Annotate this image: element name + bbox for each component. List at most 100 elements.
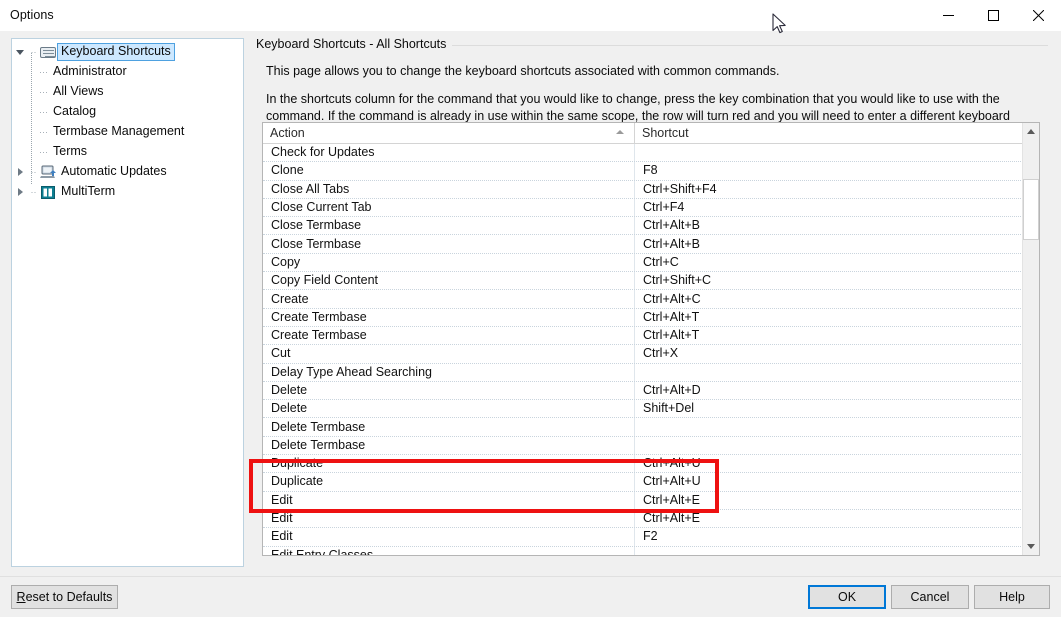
cell-action: Close Current Tab xyxy=(263,198,635,217)
maximize-icon xyxy=(988,10,999,21)
tree-item-termbase-management[interactable]: ··· Termbase Management xyxy=(12,122,243,142)
tree-dots: ·· xyxy=(30,46,37,57)
cell-shortcut[interactable]: Ctrl+Alt+U xyxy=(635,455,1024,472)
expander-closed-icon[interactable] xyxy=(12,168,28,176)
chevron-down-icon xyxy=(1027,544,1035,549)
help-button[interactable]: Help xyxy=(974,585,1050,609)
window-title: Options xyxy=(10,8,54,22)
cell-shortcut[interactable]: F2 xyxy=(635,528,1024,545)
cell-action: Edit xyxy=(263,528,635,546)
sort-ascending-icon xyxy=(616,130,624,134)
table-row[interactable]: Delete Termbase xyxy=(263,418,1039,437)
tree-item-all-views[interactable]: ··· All Views xyxy=(12,82,243,102)
column-header-label: Shortcut xyxy=(642,126,689,140)
title-bar: Options xyxy=(0,0,1061,32)
options-dialog: Options ·· Keyboard Shortcuts ··· Admini… xyxy=(0,0,1061,617)
grid-vertical-scrollbar[interactable] xyxy=(1022,123,1039,555)
ok-button[interactable]: OK xyxy=(808,585,886,609)
expander-closed-icon[interactable] xyxy=(12,188,28,196)
cell-shortcut[interactable]: Ctrl+Alt+E xyxy=(635,510,1024,527)
cell-shortcut[interactable] xyxy=(635,144,1024,161)
cell-shortcut[interactable]: Ctrl+Shift+C xyxy=(635,272,1024,289)
cell-shortcut[interactable] xyxy=(635,364,1024,381)
column-header-label: Action xyxy=(270,126,305,140)
keyboard-icon xyxy=(39,46,57,58)
close-icon xyxy=(1033,10,1044,21)
scroll-down-button[interactable] xyxy=(1023,538,1039,555)
tree-item-catalog[interactable]: ··· Catalog xyxy=(12,102,243,122)
table-row[interactable]: Delete Termbase xyxy=(263,436,1039,456)
table-row[interactable]: Create Termbase Ctrl+Alt+T xyxy=(263,326,1039,346)
tree-item-automatic-updates[interactable]: ·· Automatic Updates xyxy=(12,162,243,182)
tree-dots: ··· xyxy=(39,86,48,97)
cell-shortcut[interactable] xyxy=(635,547,1024,555)
cell-shortcut[interactable]: Ctrl+Alt+D xyxy=(635,382,1024,399)
tree-item-terms[interactable]: ··· Terms xyxy=(12,142,243,162)
cell-action: Delay Type Ahead Searching xyxy=(263,363,635,381)
table-row[interactable]: Close Termbase Ctrl+Alt+B xyxy=(263,217,1039,236)
table-row[interactable]: Edit Entry Classes xyxy=(263,546,1039,555)
tree-item-keyboard-shortcuts[interactable]: ·· Keyboard Shortcuts xyxy=(12,42,243,62)
maximize-button[interactable] xyxy=(971,0,1016,31)
cell-shortcut[interactable]: Ctrl+C xyxy=(635,254,1024,271)
table-row[interactable]: Delay Type Ahead Searching xyxy=(263,363,1039,382)
cell-action: Delete xyxy=(263,400,635,418)
cell-shortcut[interactable]: Ctrl+Alt+B xyxy=(635,235,1024,252)
table-row[interactable]: Close Current Tab Ctrl+F4 xyxy=(263,198,1039,218)
cell-shortcut[interactable]: Ctrl+Alt+T xyxy=(635,309,1024,326)
tree-dots: ··· xyxy=(39,66,48,77)
grid-header-row: Action Shortcut xyxy=(263,123,1039,144)
cell-shortcut[interactable]: Shift+Del xyxy=(635,400,1024,417)
scroll-up-button[interactable] xyxy=(1023,123,1039,140)
cell-shortcut[interactable]: Ctrl+Alt+B xyxy=(635,217,1024,234)
table-row[interactable]: Delete Ctrl+Alt+D xyxy=(263,381,1039,401)
column-header-shortcut[interactable]: Shortcut xyxy=(635,123,1024,143)
table-row[interactable]: Clone F8 xyxy=(263,162,1039,181)
table-row[interactable]: Copy Ctrl+C xyxy=(263,253,1039,273)
table-row[interactable]: Create Termbase Ctrl+Alt+T xyxy=(263,308,1039,327)
table-row[interactable]: Close Termbase Ctrl+Alt+B xyxy=(263,235,1039,254)
table-row[interactable]: Edit Ctrl+Alt+E xyxy=(263,509,1039,529)
cell-action: Close Termbase xyxy=(263,217,635,235)
scrollbar-thumb[interactable] xyxy=(1023,179,1039,240)
expander-open-icon[interactable] xyxy=(12,49,28,55)
cell-shortcut[interactable]: Ctrl+Shift+F4 xyxy=(635,181,1024,198)
table-row[interactable]: Close All Tabs Ctrl+Shift+F4 xyxy=(263,180,1039,199)
table-row[interactable]: Create Ctrl+Alt+C xyxy=(263,290,1039,309)
cell-shortcut[interactable] xyxy=(635,437,1024,454)
reset-to-defaults-button[interactable]: Reset to Defaults xyxy=(11,585,118,609)
cell-action: Delete xyxy=(263,381,635,400)
reset-accelerator: R xyxy=(16,590,26,604)
cell-shortcut[interactable]: Ctrl+Alt+E xyxy=(635,492,1024,509)
tree-item-label: MultiTerm xyxy=(61,184,116,198)
reset-label: eset to Defaults xyxy=(25,590,113,604)
table-row[interactable]: Cut Ctrl+X xyxy=(263,345,1039,364)
table-row[interactable]: Duplicate Ctrl+Alt+U xyxy=(263,455,1039,474)
table-row[interactable]: Copy Field Content Ctrl+Shift+C xyxy=(263,272,1039,291)
cell-shortcut[interactable]: Ctrl+Alt+U xyxy=(635,473,1024,490)
tree-dots: ·· xyxy=(30,186,37,197)
minimize-button[interactable] xyxy=(926,0,971,31)
tree-dots: ··· xyxy=(39,106,48,117)
table-row[interactable]: Edit Ctrl+Alt+E xyxy=(263,491,1039,510)
cell-shortcut[interactable]: Ctrl+X xyxy=(635,345,1024,362)
table-row[interactable]: Check for Updates xyxy=(263,144,1039,163)
table-row[interactable]: Duplicate Ctrl+Alt+U xyxy=(263,473,1039,492)
tree-item-label: Terms xyxy=(53,144,88,158)
cell-action: Duplicate xyxy=(263,473,635,491)
cell-shortcut[interactable]: Ctrl+Alt+C xyxy=(635,290,1024,307)
table-row[interactable]: Edit F2 xyxy=(263,528,1039,547)
cell-shortcut[interactable]: F8 xyxy=(635,162,1024,179)
tree-item-administrator[interactable]: ··· Administrator xyxy=(12,62,243,82)
cell-shortcut[interactable]: Ctrl+Alt+T xyxy=(635,327,1024,344)
close-button[interactable] xyxy=(1016,0,1061,31)
table-row[interactable]: Delete Shift+Del xyxy=(263,400,1039,419)
tree-dots: ·· xyxy=(30,166,37,177)
tree-item-multiterm[interactable]: ·· MultiTerm xyxy=(12,182,243,202)
cell-shortcut[interactable]: Ctrl+F4 xyxy=(635,199,1024,216)
column-header-action[interactable]: Action xyxy=(263,123,635,143)
cell-action: Edit xyxy=(263,491,635,509)
cell-shortcut[interactable] xyxy=(635,418,1024,435)
cell-action: Create xyxy=(263,290,635,308)
cancel-button[interactable]: Cancel xyxy=(891,585,969,609)
